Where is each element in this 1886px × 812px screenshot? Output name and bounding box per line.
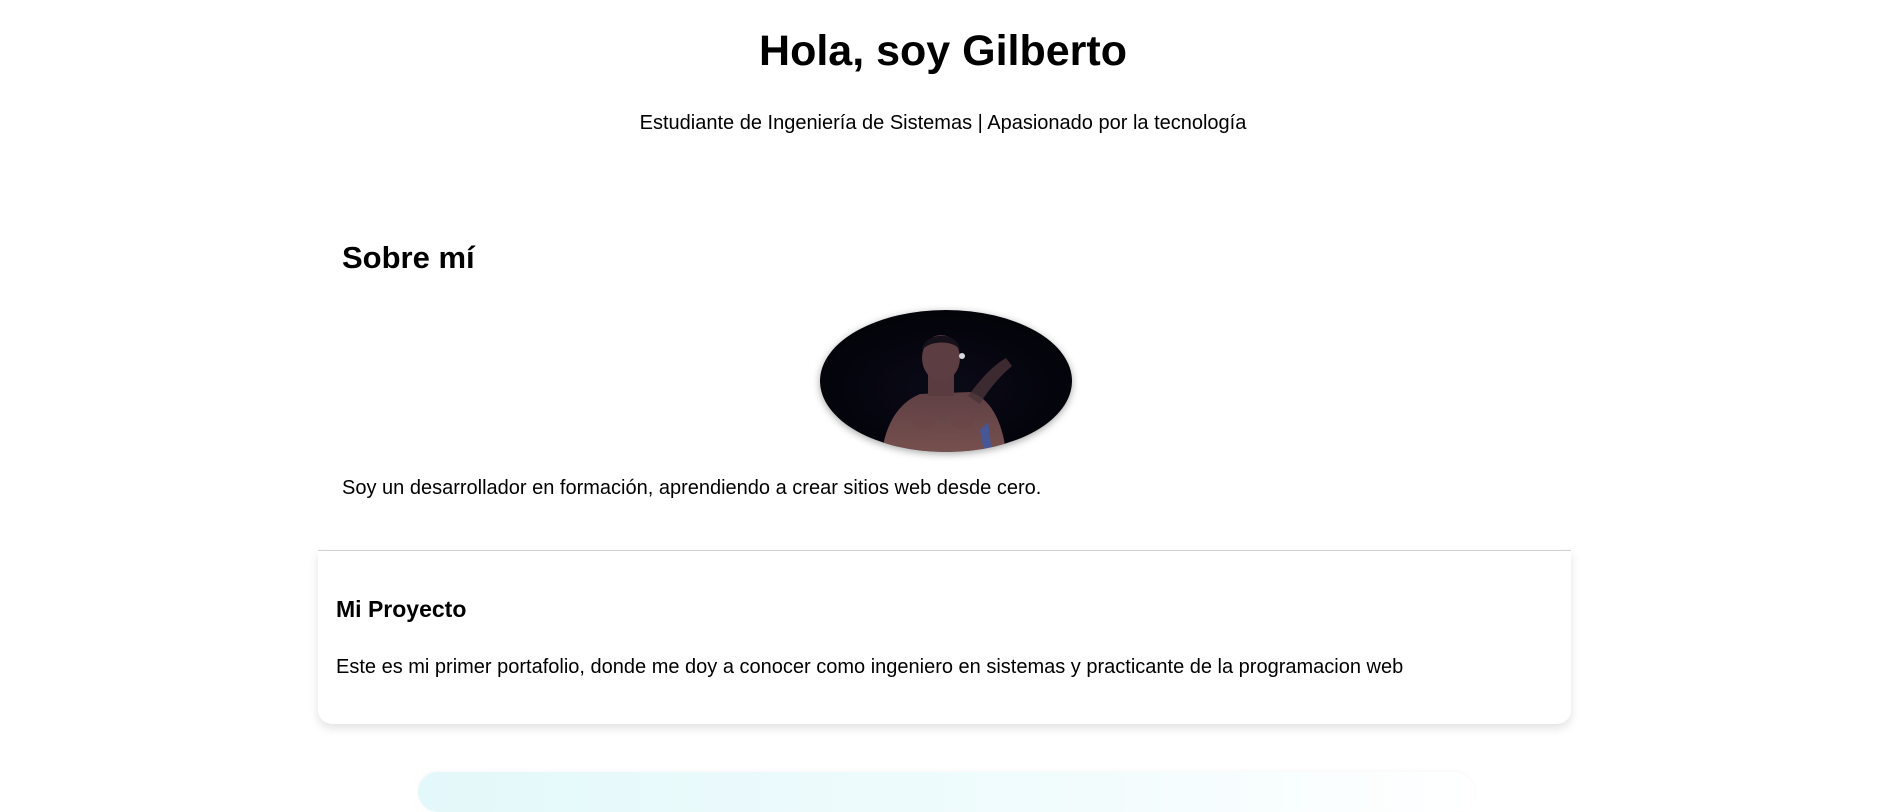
next-section-card [418,772,1474,812]
project-text: Este es mi primer portafolio, donde me d… [336,656,1404,678]
page-subtitle: Estudiante de Ingeniería de Sistemas | A… [639,112,1247,134]
about-heading: Sobre mí [342,240,475,275]
profile-photo-image [820,310,1072,452]
about-section: Sobre mí Soy un desarrollador en formaci… [342,240,1522,499]
project-card: Mi Proyecto Este es mi primer portafolio… [318,551,1571,724]
profile-photo [820,310,1072,452]
page-header: Hola, soy Gilberto Estudiante de Ingenie… [0,0,1886,135]
page-title: Hola, soy Gilberto [759,27,1127,75]
about-text: Soy un desarrollador en formación, apren… [342,477,1042,499]
project-heading: Mi Proyecto [336,596,467,622]
profile-photo-container [820,310,1072,452]
